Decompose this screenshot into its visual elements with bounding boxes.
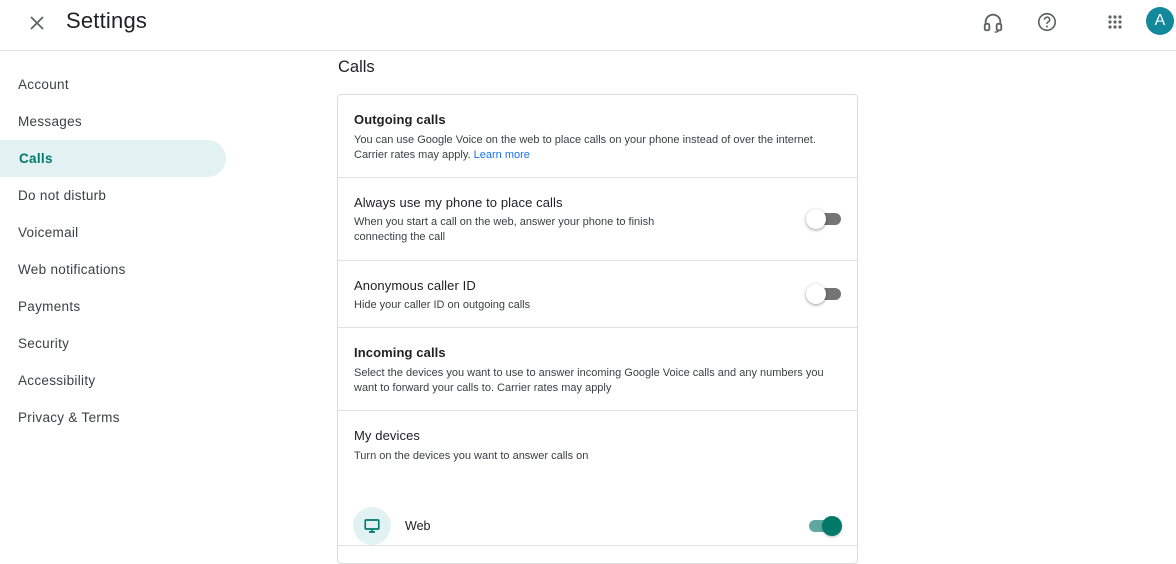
- sidebar-item-web-notifications[interactable]: Web notifications: [0, 251, 226, 288]
- outgoing-calls-section: Outgoing calls You can use Google Voice …: [338, 95, 857, 178]
- incoming-calls-title: Incoming calls: [354, 345, 446, 360]
- device-label-web: Web: [405, 519, 431, 533]
- page-title: Settings: [66, 8, 148, 33]
- sidebar-item-messages[interactable]: Messages: [0, 103, 226, 140]
- account-avatar[interactable]: A: [1146, 7, 1174, 35]
- sidebar-item-privacy-terms[interactable]: Privacy & Terms: [0, 399, 226, 436]
- always-use-phone-row: Always use my phone to place calls When …: [338, 178, 857, 261]
- app-header: Settings A: [0, 0, 1176, 51]
- help-button[interactable]: [1032, 7, 1062, 37]
- close-button[interactable]: [22, 8, 52, 38]
- always-use-phone-desc: When you start a call on the web, answer…: [354, 216, 655, 243]
- my-devices-desc: Turn on the devices you want to answer c…: [354, 450, 589, 462]
- outgoing-calls-desc: You can use Google Voice on the web to p…: [354, 133, 849, 163]
- anonymous-caller-id-desc: Hide your caller ID on outgoing calls: [354, 299, 531, 311]
- anonymous-caller-id-title: Anonymous caller ID: [354, 278, 476, 293]
- sidebar-item-accessibility[interactable]: Accessibility: [0, 362, 226, 399]
- settings-sidebar: Account Messages Calls Do not disturb Vo…: [0, 66, 232, 436]
- sidebar-item-calls[interactable]: Calls: [0, 140, 226, 177]
- always-use-phone-title: Always use my phone to place calls: [354, 195, 563, 210]
- web-device-toggle[interactable]: [806, 516, 842, 536]
- close-icon: [30, 16, 44, 30]
- my-devices-section: My devices Turn on the devices you want …: [338, 411, 857, 546]
- sidebar-item-account[interactable]: Account: [0, 66, 226, 103]
- sidebar-item-security[interactable]: Security: [0, 325, 226, 362]
- incoming-calls-section: Incoming calls Select the devices you wa…: [338, 328, 857, 411]
- monitor-icon: [364, 519, 380, 533]
- sidebar-item-payments[interactable]: Payments: [0, 288, 226, 325]
- headset-icon: [983, 13, 1003, 33]
- apps-button[interactable]: [1100, 7, 1130, 37]
- toggle-knob: [806, 209, 826, 229]
- outgoing-calls-desc-text: You can use Google Voice on the web to p…: [354, 134, 816, 161]
- incoming-calls-desc: Select the devices you want to use to an…: [354, 367, 824, 394]
- anonymous-caller-id-row: Anonymous caller ID Hide your caller ID …: [338, 261, 857, 328]
- anonymous-caller-id-toggle[interactable]: [806, 284, 842, 304]
- always-use-phone-toggle[interactable]: [806, 209, 842, 229]
- toggle-knob: [806, 284, 826, 304]
- help-icon: [1037, 12, 1057, 32]
- apps-grid-icon: [1108, 15, 1122, 29]
- web-device-icon-badge: [353, 507, 391, 545]
- learn-more-link[interactable]: Learn more: [474, 149, 530, 161]
- sidebar-item-voicemail[interactable]: Voicemail: [0, 214, 226, 251]
- calls-settings-card: Outgoing calls You can use Google Voice …: [337, 94, 858, 564]
- outgoing-calls-title: Outgoing calls: [354, 112, 446, 127]
- toggle-knob: [822, 516, 842, 536]
- section-title: Calls: [338, 58, 375, 76]
- support-button[interactable]: [978, 7, 1008, 37]
- sidebar-item-do-not-disturb[interactable]: Do not disturb: [0, 177, 226, 214]
- my-devices-title: My devices: [354, 428, 421, 443]
